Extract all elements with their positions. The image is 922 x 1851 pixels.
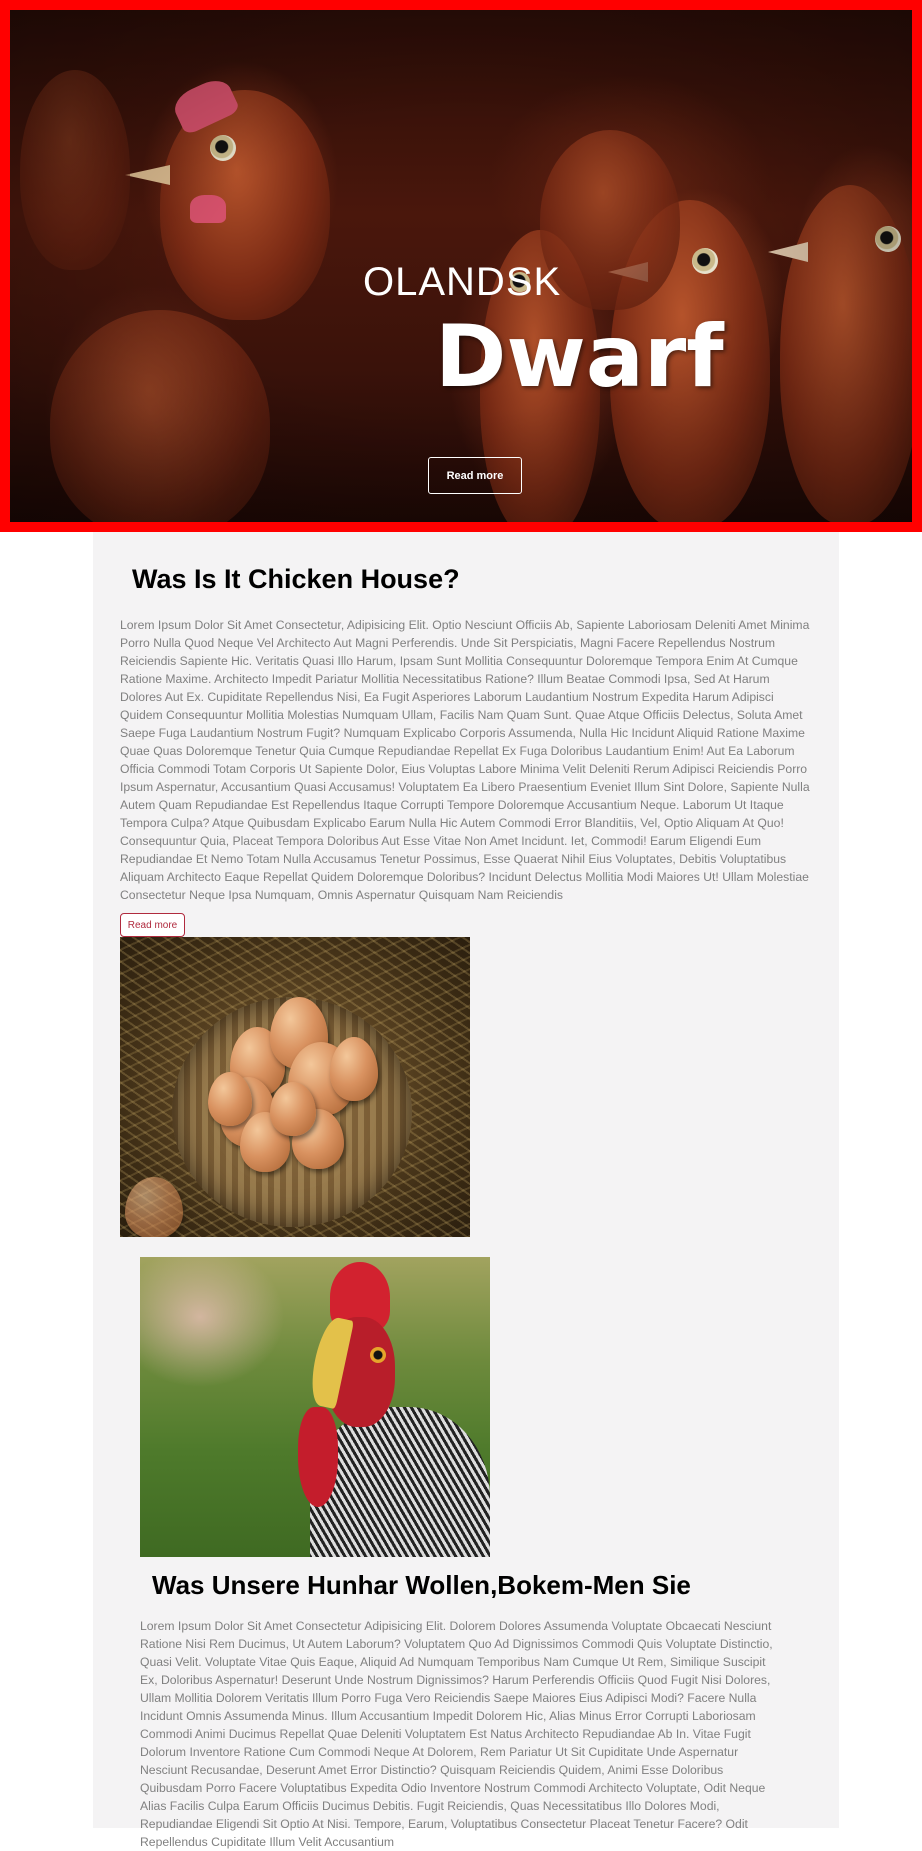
hero-subtitle: OLANDSK — [363, 260, 562, 304]
hero-read-more-button[interactable]: Read more — [428, 457, 522, 494]
section-heading: Was Is It Chicken House? — [132, 564, 460, 594]
section-paragraph: Lorem Ipsum Dolor Sit Amet Consectetur, … — [120, 618, 810, 902]
section-heading: Was Unsere Hunhar Wollen,Bokem-Men Sie — [152, 1570, 691, 1600]
section-paragraph: Lorem Ipsum Dolor Sit Amet Consectetur A… — [140, 1619, 773, 1849]
hero-banner: OLANDSK Dwarf Read more — [0, 0, 922, 532]
section-read-more-button[interactable]: Read more — [120, 913, 185, 937]
rooster-image — [140, 1257, 490, 1557]
egg-basket-image — [120, 937, 470, 1237]
hero-title: Dwarf — [435, 307, 724, 407]
main-content: Was Is It Chicken House? Lorem Ipsum Dol… — [93, 532, 839, 1849]
